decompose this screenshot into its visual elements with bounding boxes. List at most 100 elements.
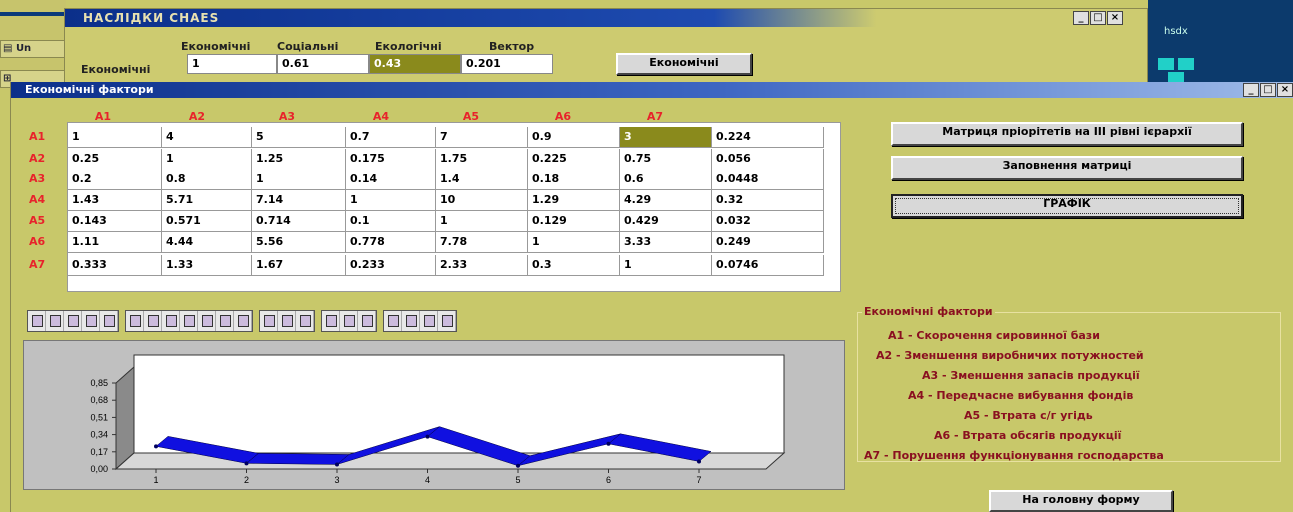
bar-chart-icon[interactable]	[144, 311, 162, 331]
matrix-vector-cell[interactable]: 0.32	[712, 190, 824, 211]
print-icon[interactable]	[100, 311, 118, 331]
desktop-area: hsdx	[1148, 0, 1293, 90]
matrix-cell[interactable]: 0.333	[68, 255, 162, 276]
surface-chart-icon[interactable]	[234, 311, 252, 331]
matrix-cell[interactable]: 0.8	[162, 169, 252, 190]
cut-icon[interactable]	[82, 311, 100, 331]
matrix-cell[interactable]: 1	[620, 255, 712, 276]
x-tick-label: 7	[696, 475, 701, 485]
matrix-cell[interactable]: 0.225	[528, 149, 620, 170]
line-chart-icon[interactable]	[180, 311, 198, 331]
matrix-cell[interactable]: 0.714	[252, 211, 346, 232]
back-left-item[interactable]: ▤ Un	[0, 40, 66, 58]
matrix-cell[interactable]: 7.78	[436, 232, 528, 253]
minimize-button[interactable]: _	[1243, 83, 1259, 97]
close-button[interactable]: ×	[1107, 11, 1123, 25]
rotate-icon[interactable]	[278, 311, 296, 331]
table-cell[interactable]: 0.61	[277, 54, 369, 74]
matrix-cell[interactable]: 7	[436, 127, 528, 148]
matrix-cell[interactable]: 1	[436, 211, 528, 232]
economic-button[interactable]: Економічні	[616, 53, 752, 75]
maximize-button[interactable]: □	[1090, 11, 1106, 25]
matrix-vector-cell[interactable]: 0.224	[712, 127, 824, 148]
matrix-cell[interactable]: 0.18	[528, 169, 620, 190]
matrix-cell[interactable]: 4.44	[162, 232, 252, 253]
matrix-vector-cell[interactable]: 0.0448	[712, 169, 824, 190]
matrix-vector-cell[interactable]: 0.0746	[712, 255, 824, 276]
3d-toggle-icon[interactable]	[260, 311, 278, 331]
matrix-cell[interactable]: 0.6	[620, 169, 712, 190]
close-button[interactable]: ×	[1277, 83, 1293, 97]
matrix-cell[interactable]: 0.75	[620, 149, 712, 170]
legend-icon[interactable]	[322, 311, 340, 331]
matrix-cell[interactable]: 0.175	[346, 149, 436, 170]
matrix-cell[interactable]: 1	[252, 169, 346, 190]
matrix-cell[interactable]: 0.143	[68, 211, 162, 232]
matrix-cell[interactable]: 0.2	[68, 169, 162, 190]
matrix-cell[interactable]: 4	[162, 127, 252, 148]
camera-icon[interactable]	[64, 311, 82, 331]
matrix-cell[interactable]: 1.75	[436, 149, 528, 170]
matrix-cell[interactable]: 0.429	[620, 211, 712, 232]
grid-icon[interactable]	[340, 311, 358, 331]
minimize-button[interactable]: _	[1073, 11, 1089, 25]
matrix-cell[interactable]: 5.56	[252, 232, 346, 253]
matrix-cell[interactable]: 10	[436, 190, 528, 211]
table-cell[interactable]: 0.201	[461, 54, 553, 74]
matrix-cell[interactable]: 1	[346, 190, 436, 211]
matrix-cell[interactable]: 1	[68, 127, 162, 148]
desktop-tile-icon[interactable]	[1178, 58, 1194, 70]
matrix-cell[interactable]: 1.43	[68, 190, 162, 211]
gallery-icon[interactable]	[358, 311, 376, 331]
data-label-icon[interactable]	[384, 311, 402, 331]
matrix-cell[interactable]: 0.1	[346, 211, 436, 232]
matrix-cell[interactable]: 5	[252, 127, 346, 148]
matrix-cell[interactable]: 1.29	[528, 190, 620, 211]
matrix-cell[interactable]: 3.33	[620, 232, 712, 253]
matrix-grid[interactable]: 1 4 5 0.7 7 0.9 3 0.224 0.25 1 1.25 0.175 1.75 0.225 0…	[67, 122, 841, 292]
home-form-button[interactable]: На головну форму	[989, 490, 1173, 512]
open-icon[interactable]	[46, 311, 64, 331]
area-chart-icon[interactable]	[126, 311, 144, 331]
matrix-vector-cell[interactable]: 0.249	[712, 232, 824, 253]
pie-chart-icon[interactable]	[216, 311, 234, 331]
matrix-cell[interactable]: 5.71	[162, 190, 252, 211]
scatter-chart-icon[interactable]	[198, 311, 216, 331]
matrix-cell[interactable]: 1	[162, 149, 252, 170]
matrix-cell[interactable]: 3	[620, 127, 712, 148]
graph-button[interactable]: ГРАФІК	[891, 194, 1243, 218]
matrix-cell[interactable]: 2.33	[436, 255, 528, 276]
matrix-cell[interactable]: 0.25	[68, 149, 162, 170]
title-icon[interactable]	[420, 311, 438, 331]
perspective-icon[interactable]	[296, 311, 314, 331]
economic-factors-window: Економічні фактори _ □ × A1 A2 A3 A4 A5 A6 A7 …	[10, 82, 1293, 512]
fill-matrix-button[interactable]: Заповнення матриці	[891, 156, 1243, 180]
matrix-cell[interactable]: 0.233	[346, 255, 436, 276]
matrix-cell[interactable]: 0.571	[162, 211, 252, 232]
matrix-cell[interactable]: 1.67	[252, 255, 346, 276]
matrix-cell[interactable]: 0.129	[528, 211, 620, 232]
matrix-cell[interactable]: 1.11	[68, 232, 162, 253]
table-cell-selected[interactable]: 0.43	[369, 54, 461, 74]
matrix-cell[interactable]: 4.29	[620, 190, 712, 211]
desktop-tile-icon[interactable]	[1158, 58, 1174, 70]
magnify-icon[interactable]	[438, 311, 456, 331]
matrix-cell[interactable]: 0.7	[346, 127, 436, 148]
matrix-cell[interactable]: 0.778	[346, 232, 436, 253]
maximize-button[interactable]: □	[1260, 83, 1276, 97]
matrix-cell[interactable]: 0.9	[528, 127, 620, 148]
zoom-icon[interactable]	[402, 311, 420, 331]
matrix-vector-cell[interactable]: 0.056	[712, 149, 824, 170]
matrix-cell[interactable]: 0.14	[346, 169, 436, 190]
matrix-cell[interactable]: 1.33	[162, 255, 252, 276]
table-cell[interactable]: 1	[187, 54, 277, 74]
matrix-cell[interactable]: 1.4	[436, 169, 528, 190]
matrix-cell[interactable]: 1	[528, 232, 620, 253]
matrix-cell[interactable]: 7.14	[252, 190, 346, 211]
column-chart-icon[interactable]	[162, 311, 180, 331]
save-icon[interactable]	[28, 311, 46, 331]
matrix-cell[interactable]: 0.3	[528, 255, 620, 276]
matrix-cell[interactable]: 1.25	[252, 149, 346, 170]
matrix-vector-cell[interactable]: 0.032	[712, 211, 824, 232]
priority-matrix-button[interactable]: Матриця пріорітетів на ІІІ рівні ієрархі…	[891, 122, 1243, 146]
